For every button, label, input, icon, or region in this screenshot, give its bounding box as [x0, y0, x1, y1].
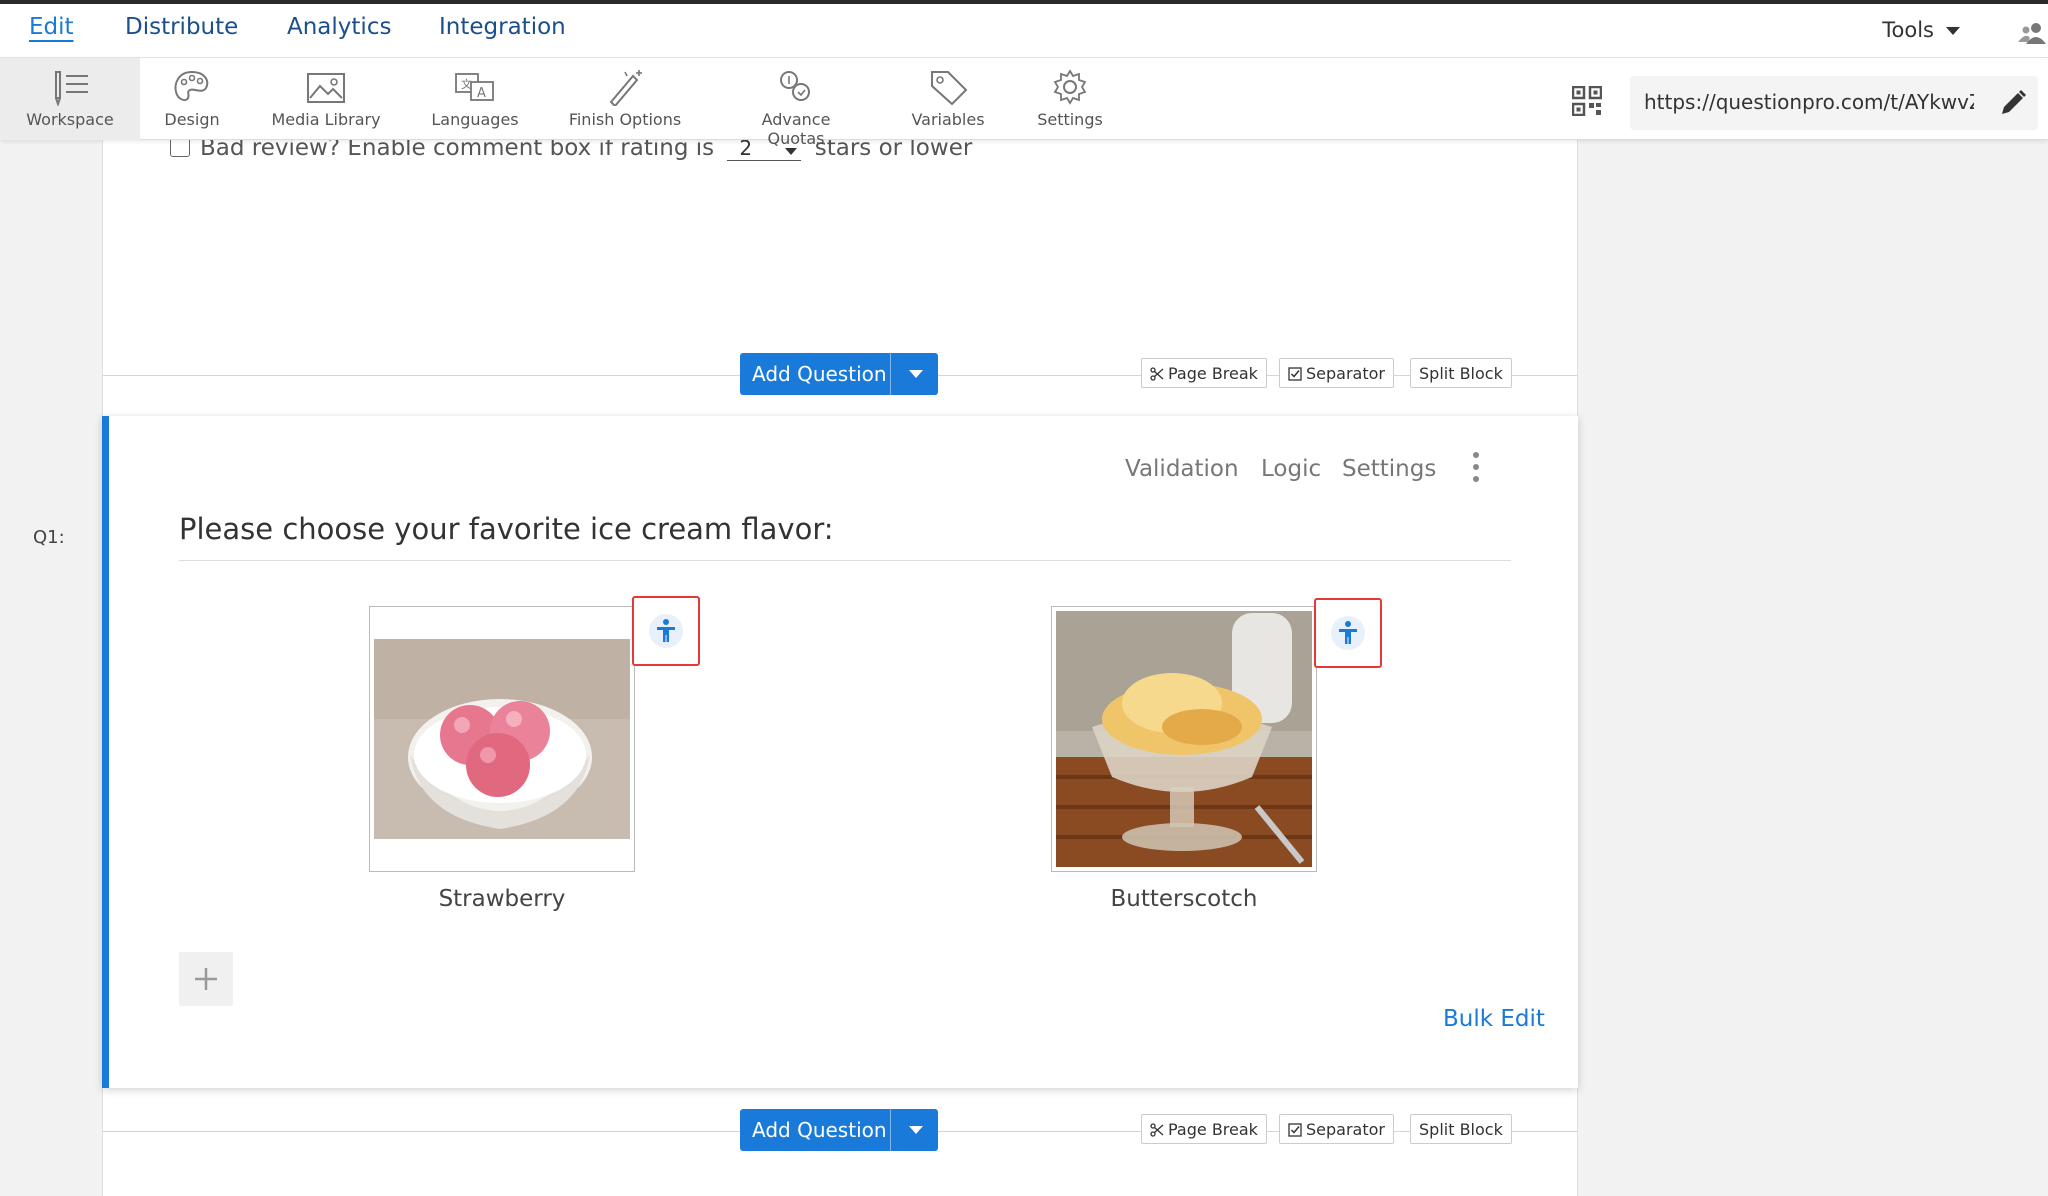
page-break-label: Page Break	[1168, 1120, 1258, 1139]
toolbar-finish-options[interactable]: Finish Options	[566, 58, 684, 140]
title-underline	[179, 560, 1511, 561]
separator-label: Separator	[1306, 1120, 1385, 1139]
butterscotch-sundae-image	[1056, 611, 1312, 867]
accessibility-button[interactable]	[1314, 598, 1382, 668]
toolbar-label: Media Library	[271, 110, 381, 129]
toolbar-settings[interactable]: Settings	[1030, 58, 1110, 140]
separator-button[interactable]: Separator	[1279, 358, 1394, 388]
bad-review-checkbox[interactable]	[170, 137, 190, 157]
accessibility-icon	[649, 614, 683, 648]
tools-menu[interactable]: Tools	[1882, 18, 1960, 42]
nav-edit[interactable]: Edit	[29, 14, 74, 40]
tools-label: Tools	[1882, 18, 1934, 42]
checkbox-icon	[1288, 1123, 1302, 1137]
toolbar-label: Finish Options	[568, 110, 682, 129]
toolbar-label: Languages	[431, 110, 519, 129]
separator-label: Separator	[1306, 364, 1385, 383]
validation-link[interactable]: Validation	[1125, 456, 1239, 482]
add-question-dropdown[interactable]	[890, 353, 938, 395]
question-card[interactable]: Validation Logic Settings Please choose …	[102, 416, 1578, 1088]
chevron-down-icon	[909, 1126, 923, 1134]
bulk-edit-link[interactable]: Bulk Edit	[1443, 1006, 1545, 1032]
add-option-button[interactable]	[179, 952, 233, 1006]
separator-button[interactable]: Separator	[1279, 1114, 1394, 1144]
translate-icon: 文 A	[455, 73, 494, 101]
strawberry-ice-cream-image	[374, 639, 630, 839]
add-question-label: Add Question	[752, 362, 887, 386]
image-icon	[307, 73, 345, 103]
editor-toolbar: Workspace Design Media Library 文 A Langu…	[0, 58, 2048, 148]
split-block-label: Split Block	[1419, 364, 1503, 383]
plus-icon	[195, 968, 217, 990]
toolbar-variables[interactable]: Variables	[908, 58, 988, 140]
split-block-label: Split Block	[1419, 1120, 1503, 1139]
quota-icon	[780, 71, 810, 101]
workspace-icon	[55, 71, 88, 106]
question-title[interactable]: Please choose your favorite ice cream fl…	[179, 512, 834, 546]
option-label-butterscotch[interactable]: Butterscotch	[1051, 886, 1317, 912]
nav-distribute[interactable]: Distribute	[125, 14, 238, 40]
add-question-button[interactable]: Add Question	[740, 1109, 938, 1151]
toolbar-label: Design	[164, 110, 220, 129]
survey-url: https://questionpro.com/t/AYkwvZ6	[1644, 90, 1974, 114]
gear-icon	[1053, 69, 1087, 105]
settings-link[interactable]: Settings	[1342, 456, 1436, 482]
survey-url-field[interactable]: https://questionpro.com/t/AYkwvZ6	[1630, 76, 2038, 130]
palette-icon	[174, 70, 209, 101]
qr-code-icon[interactable]	[1572, 86, 1602, 116]
add-question-dropdown[interactable]	[890, 1109, 938, 1151]
page-break-label: Page Break	[1168, 364, 1258, 383]
chevron-down-icon	[909, 370, 923, 378]
toolbar-label: Variables	[911, 110, 985, 129]
magic-wand-icon	[609, 70, 642, 106]
split-block-button[interactable]: Split Block	[1410, 1114, 1512, 1144]
chevron-down-icon	[1946, 27, 1960, 35]
split-block-button[interactable]: Split Block	[1410, 358, 1512, 388]
page-break-button[interactable]: Page Break	[1141, 1114, 1267, 1144]
chevron-down-icon	[785, 148, 798, 155]
option-image-strawberry[interactable]	[369, 606, 635, 872]
toolbar-label: Settings	[1037, 110, 1103, 129]
scissors-icon	[1150, 1123, 1164, 1137]
toolbar-workspace[interactable]: Workspace	[0, 58, 140, 140]
toolbar-advance-quotas[interactable]: Advance Quotas	[732, 58, 860, 148]
top-navigation: Edit Distribute Analytics Integration To…	[0, 0, 2048, 58]
nav-analytics[interactable]: Analytics	[287, 14, 391, 40]
question-number: Q1:	[33, 527, 65, 548]
scissors-icon	[1150, 367, 1164, 381]
option-label-strawberry[interactable]: Strawberry	[369, 886, 635, 912]
option-image-butterscotch[interactable]	[1051, 606, 1317, 872]
toolbar-design[interactable]: Design	[152, 58, 232, 140]
more-options-icon[interactable]	[1473, 452, 1479, 488]
toolbar-languages[interactable]: 文 A Languages	[428, 58, 522, 140]
checkbox-icon	[1288, 367, 1302, 381]
page-break-button[interactable]: Page Break	[1141, 358, 1267, 388]
toolbar-label: Workspace	[26, 110, 114, 129]
toolbar-label: Advance Quotas	[761, 110, 831, 148]
nav-integration[interactable]: Integration	[439, 14, 566, 40]
pencil-icon[interactable]	[1998, 88, 2028, 118]
svg-text:文: 文	[461, 77, 472, 91]
users-icon[interactable]	[2018, 20, 2048, 46]
svg-text:A: A	[477, 86, 486, 101]
add-question-label: Add Question	[752, 1118, 887, 1142]
tag-icon	[931, 71, 968, 106]
logic-link[interactable]: Logic	[1261, 456, 1321, 482]
toolbar-media-library[interactable]: Media Library	[268, 58, 384, 140]
accessibility-button[interactable]	[632, 596, 700, 666]
add-question-button[interactable]: Add Question	[740, 353, 938, 395]
accessibility-icon	[1331, 616, 1365, 650]
